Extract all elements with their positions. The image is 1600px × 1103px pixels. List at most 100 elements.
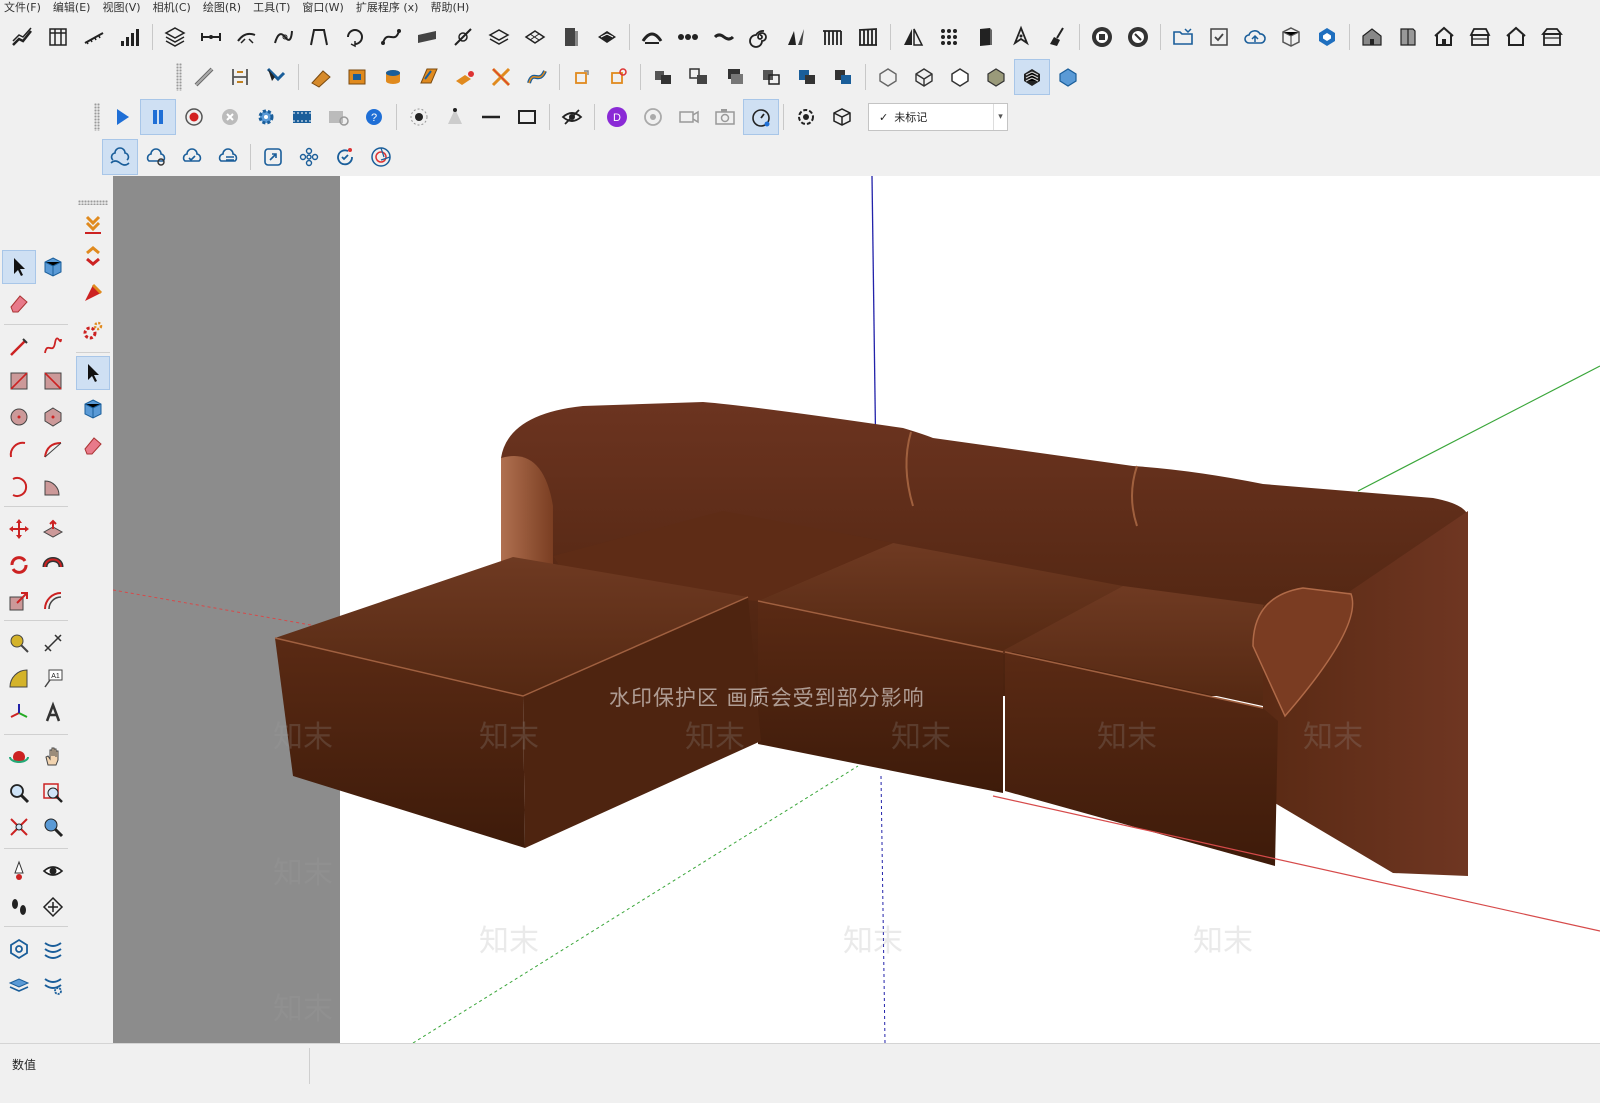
film-delete-icon[interactable] bbox=[320, 99, 356, 135]
bar-steps-icon[interactable] bbox=[112, 19, 148, 55]
cloud-check-icon[interactable] bbox=[174, 139, 210, 175]
broom-icon[interactable] bbox=[1039, 19, 1075, 55]
style-wireframe-icon[interactable] bbox=[906, 59, 942, 95]
tape-measure-icon[interactable] bbox=[2, 626, 36, 660]
pause-icon[interactable] bbox=[140, 99, 176, 135]
settings-gears-icon[interactable] bbox=[76, 314, 110, 348]
colonnade-icon[interactable] bbox=[850, 19, 886, 55]
axes-icon[interactable] bbox=[2, 696, 36, 730]
offset-icon[interactable] bbox=[36, 584, 70, 618]
group-cubes-icon[interactable] bbox=[645, 59, 681, 95]
pen-point-icon[interactable] bbox=[1003, 19, 1039, 55]
wedge-block-icon[interactable] bbox=[303, 59, 339, 95]
flat-slab-icon[interactable] bbox=[409, 19, 445, 55]
play-icon[interactable] bbox=[104, 99, 140, 135]
zoom-icon[interactable] bbox=[2, 776, 36, 810]
style-monochrome-icon[interactable] bbox=[1050, 59, 1086, 95]
scale-icon[interactable] bbox=[2, 584, 36, 618]
sync-logo-icon[interactable] bbox=[1309, 19, 1345, 55]
diagonal-node-icon[interactable] bbox=[445, 19, 481, 55]
menu-window[interactable]: 窗口(W) bbox=[302, 0, 343, 16]
beam-diagonal-icon[interactable] bbox=[186, 59, 222, 95]
push-pull-icon[interactable] bbox=[36, 512, 70, 546]
zoom-window-icon[interactable] bbox=[36, 776, 70, 810]
dimension-line-icon[interactable] bbox=[193, 19, 229, 55]
spline-tool-icon[interactable] bbox=[265, 19, 301, 55]
mirror-icon[interactable] bbox=[895, 19, 931, 55]
box-export-icon[interactable] bbox=[824, 99, 860, 135]
rotated-rect-icon[interactable] bbox=[36, 364, 70, 398]
toolbar-grip[interactable] bbox=[176, 63, 182, 91]
paint-fan-icon[interactable] bbox=[76, 276, 110, 310]
select-arrow-icon[interactable] bbox=[2, 250, 36, 284]
spot-light-icon[interactable] bbox=[437, 99, 473, 135]
style-xray-icon[interactable] bbox=[870, 59, 906, 95]
select-arrow-secondary-icon[interactable] bbox=[76, 356, 110, 390]
pie-icon[interactable] bbox=[36, 470, 70, 504]
menu-tools[interactable]: 工具(T) bbox=[253, 0, 290, 16]
cloud-link-icon[interactable] bbox=[138, 139, 174, 175]
film-strip-icon[interactable] bbox=[284, 99, 320, 135]
select-frame-icon[interactable] bbox=[564, 59, 600, 95]
stairs-icon[interactable] bbox=[4, 19, 40, 55]
grid-planes-icon[interactable] bbox=[517, 19, 553, 55]
folder-open-icon[interactable] bbox=[1165, 19, 1201, 55]
layer-stack-icon[interactable] bbox=[157, 19, 193, 55]
timer-gauge-icon[interactable] bbox=[743, 99, 779, 135]
menu-camera[interactable]: 相机(C) bbox=[153, 0, 191, 16]
chevron-down-icon[interactable]: ▾ bbox=[993, 104, 1007, 130]
dimension-icon[interactable] bbox=[36, 626, 70, 660]
protractor-icon[interactable] bbox=[2, 662, 36, 696]
chevron-stack-icon[interactable] bbox=[76, 240, 110, 274]
move-icon[interactable] bbox=[2, 512, 36, 546]
palette-grip[interactable] bbox=[78, 200, 108, 205]
group-blue-stack-icon[interactable] bbox=[825, 59, 861, 95]
download-arrow-icon[interactable] bbox=[76, 208, 110, 242]
menu-file[interactable]: 文件(F) bbox=[4, 0, 41, 16]
house-left-icon[interactable] bbox=[1534, 19, 1570, 55]
wave-line-icon[interactable] bbox=[706, 19, 742, 55]
previous-view-icon[interactable] bbox=[36, 810, 70, 844]
gear-blue-icon[interactable] bbox=[248, 99, 284, 135]
walk-footprints-icon[interactable] bbox=[2, 890, 36, 924]
group-blue-icon[interactable] bbox=[789, 59, 825, 95]
curve-arrow-icon[interactable] bbox=[229, 19, 265, 55]
sandbox-smoove-icon[interactable] bbox=[2, 968, 36, 1002]
eraser-secondary-icon[interactable] bbox=[76, 428, 110, 462]
flower-settings-icon[interactable] bbox=[788, 99, 824, 135]
video-camera-icon[interactable] bbox=[671, 99, 707, 135]
pan-hand-icon[interactable] bbox=[36, 740, 70, 774]
measurements-box[interactable] bbox=[6, 1048, 310, 1084]
hide-eye-icon[interactable] bbox=[554, 99, 590, 135]
chain-dots-icon[interactable] bbox=[670, 19, 706, 55]
sandbox-settings-icon[interactable] bbox=[36, 968, 70, 1002]
house-front-icon[interactable] bbox=[1426, 19, 1462, 55]
line-light-icon[interactable] bbox=[473, 99, 509, 135]
railing-icon[interactable] bbox=[814, 19, 850, 55]
style-shaded-icon[interactable] bbox=[978, 59, 1014, 95]
delete-face-icon[interactable] bbox=[447, 59, 483, 95]
3d-text-icon[interactable] bbox=[36, 696, 70, 730]
model-viewport[interactable]: 知末 知末 知末 知末 知末 知末 知末 知末 知末 知末 知末 水印保护区 画… bbox=[113, 176, 1600, 1043]
arch-frame-icon[interactable] bbox=[301, 19, 337, 55]
lens-circle-icon[interactable] bbox=[1120, 19, 1156, 55]
stop-circle-icon[interactable] bbox=[212, 99, 248, 135]
curve-nodes-icon[interactable] bbox=[373, 19, 409, 55]
position-camera-icon[interactable] bbox=[2, 854, 36, 888]
orbit-icon[interactable] bbox=[2, 740, 36, 774]
expand-frame-icon[interactable] bbox=[255, 139, 291, 175]
circle-icon[interactable] bbox=[2, 400, 36, 434]
face-shift-icon[interactable] bbox=[411, 59, 447, 95]
house-back-icon[interactable] bbox=[1498, 19, 1534, 55]
menu-edit[interactable]: 编辑(E) bbox=[53, 0, 91, 16]
roof-tile-icon[interactable] bbox=[589, 19, 625, 55]
select-remove-icon[interactable] bbox=[600, 59, 636, 95]
loop-rotate-icon[interactable] bbox=[337, 19, 373, 55]
cloud-upload-icon[interactable] bbox=[1237, 19, 1273, 55]
toolbar-grip[interactable] bbox=[94, 103, 100, 131]
group-select-icon[interactable] bbox=[753, 59, 789, 95]
rotate-icon[interactable] bbox=[2, 548, 36, 582]
cloud-list-icon[interactable] bbox=[210, 139, 246, 175]
eraser-icon[interactable] bbox=[2, 286, 36, 320]
section-plane-icon[interactable] bbox=[36, 890, 70, 924]
